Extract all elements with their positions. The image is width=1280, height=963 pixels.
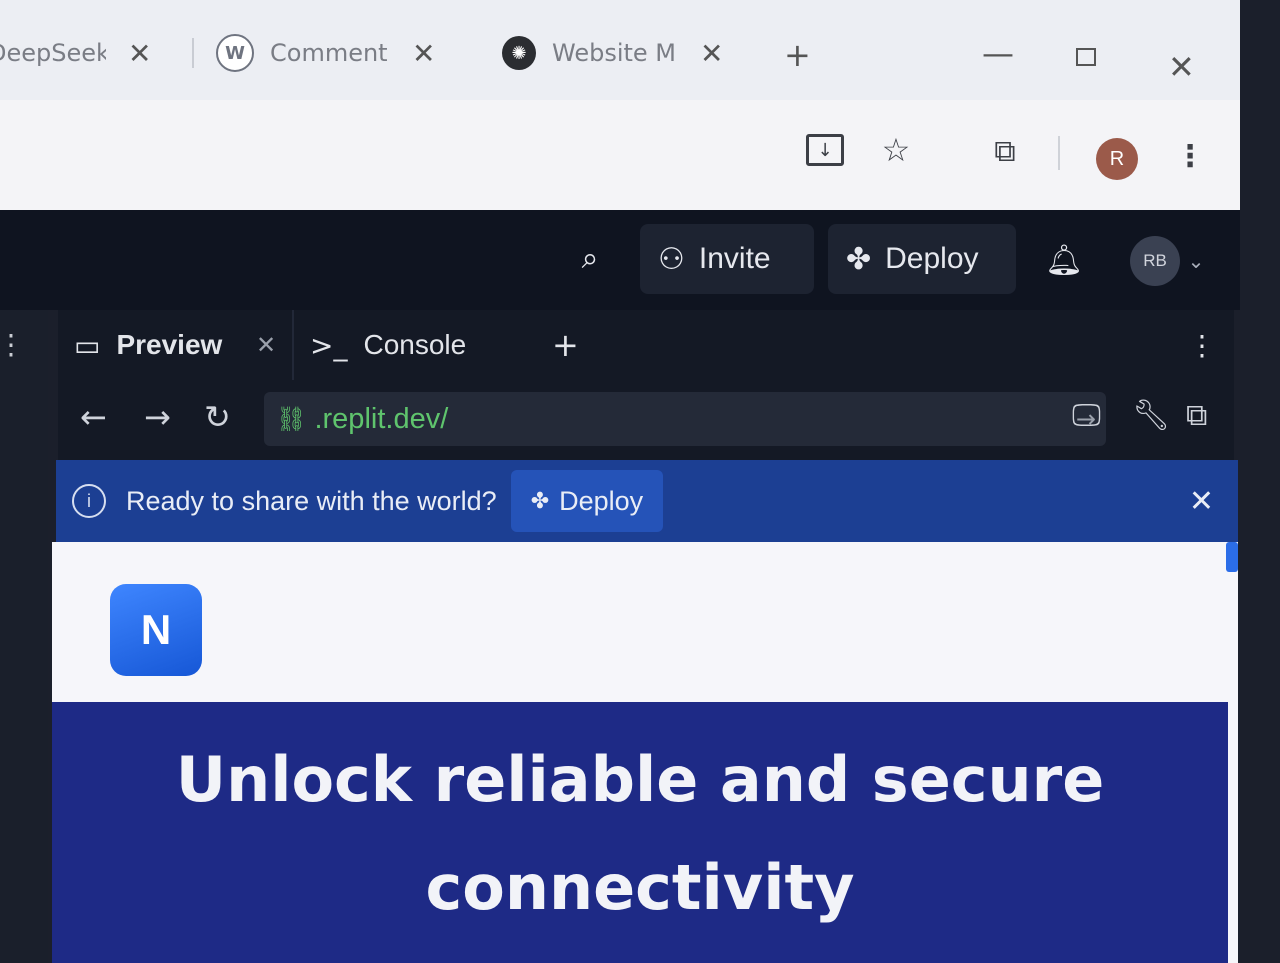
panel-menu-icon[interactable]: ⋮ bbox=[0, 326, 25, 362]
wordpress-icon: W bbox=[216, 34, 254, 72]
tab-console[interactable]: >_ Console bbox=[310, 310, 466, 380]
close-tab-icon[interactable]: ✕ bbox=[128, 37, 151, 70]
preview-address-bar: ← → ↻ ⛓ .replit.dev/ → 🖵︎ 🔧︎ ⧉ bbox=[58, 380, 1234, 460]
deploy-icon: ✤ bbox=[846, 241, 872, 277]
banner-message: Ready to share with the world? bbox=[126, 485, 497, 516]
tab-divider bbox=[192, 38, 194, 68]
browser-tab-deepseek[interactable]: DeepSeek ✕ bbox=[0, 18, 151, 88]
left-panel-edge: ⋮ bbox=[0, 310, 48, 963]
scrollbar-thumb[interactable] bbox=[1226, 542, 1238, 572]
close-tab-icon[interactable]: ✕ bbox=[256, 310, 276, 380]
browser-tab-strip: DeepSeek ✕ W Comment ✕ ✺ Website M ✕ + —… bbox=[0, 0, 1240, 100]
minimize-icon[interactable]: — bbox=[982, 34, 1014, 72]
site-logo[interactable]: N bbox=[110, 584, 202, 676]
reload-icon[interactable]: ↻ bbox=[204, 398, 231, 436]
browser-tab-website[interactable]: ✺ Website M ✕ bbox=[502, 18, 723, 88]
invite-button[interactable]: ⚇ Invite bbox=[640, 224, 814, 294]
hero-section: Unlock reliable and secure connectivity bbox=[52, 702, 1228, 963]
browser-toolbar: ↓ ☆ ⧉ R ⋮ bbox=[0, 100, 1240, 210]
replit-header: ⌕ ⚇ Invite ✤ Deploy 🔔︎ RB ⌄ bbox=[0, 210, 1240, 310]
link-icon: ⛓ bbox=[276, 405, 307, 433]
close-banner-icon[interactable]: ✕ bbox=[1189, 484, 1214, 519]
invite-label: Invite bbox=[698, 242, 771, 275]
back-arrow-icon[interactable]: ← bbox=[80, 398, 107, 436]
tab-label: Console bbox=[363, 329, 467, 360]
tab-label: Website M bbox=[552, 39, 677, 67]
bell-icon[interactable]: 🔔︎ bbox=[1044, 240, 1084, 280]
monitor-icon: ▭ bbox=[74, 328, 101, 362]
tab-label: Comment bbox=[270, 39, 388, 67]
close-tab-icon[interactable]: ✕ bbox=[412, 37, 435, 70]
close-tab-icon[interactable]: ✕ bbox=[700, 37, 723, 70]
chatgpt-icon: ✺ bbox=[502, 36, 536, 70]
browser-tab-comment[interactable]: W Comment ✕ bbox=[216, 18, 435, 88]
profile-avatar[interactable]: R bbox=[1096, 138, 1138, 180]
browser-menu-icon[interactable]: ⋮ bbox=[1175, 136, 1205, 176]
tab-label: Preview bbox=[116, 329, 223, 360]
deploy-button[interactable]: ✤ Deploy bbox=[828, 224, 1016, 294]
preview-page: N Unlock reliable and secure connectivit… bbox=[52, 542, 1238, 963]
info-icon: i bbox=[72, 484, 106, 518]
chevron-down-icon[interactable]: ⌄ bbox=[1186, 248, 1206, 274]
add-user-icon: ⚇ bbox=[658, 241, 685, 277]
url-input[interactable]: ⛓ .replit.dev/ → bbox=[264, 392, 1106, 446]
device-icon[interactable]: 🖵︎ bbox=[1072, 398, 1101, 433]
install-app-icon[interactable]: ↓ bbox=[806, 134, 844, 166]
banner-deploy-label: Deploy bbox=[559, 485, 644, 516]
url-text: .replit.dev/ bbox=[314, 402, 449, 435]
new-tab-icon[interactable]: + bbox=[784, 36, 811, 74]
pane-menu-icon[interactable]: ⋮ bbox=[1188, 310, 1216, 380]
user-avatar[interactable]: RB bbox=[1130, 236, 1180, 286]
restore-icon[interactable] bbox=[1076, 48, 1096, 66]
banner-deploy-button[interactable]: ✤ Deploy bbox=[510, 470, 664, 532]
deploy-label: Deploy bbox=[885, 242, 979, 275]
deploy-banner: i Ready to share with the world? ✤ Deplo… bbox=[56, 460, 1238, 542]
tab-label: DeepSeek bbox=[0, 39, 106, 67]
tab-divider bbox=[292, 310, 294, 380]
open-new-tab-icon[interactable]: ⧉ bbox=[1186, 398, 1207, 433]
forward-arrow-icon[interactable]: → bbox=[144, 398, 171, 436]
add-tab-icon[interactable]: + bbox=[552, 310, 579, 380]
close-window-icon[interactable]: ✕ bbox=[1168, 48, 1195, 86]
devtools-wrench-icon[interactable]: 🔧︎ bbox=[1132, 398, 1170, 433]
hero-headline: Unlock reliable and secure connectivity bbox=[175, 743, 1105, 924]
deploy-icon: ✤ bbox=[530, 488, 550, 514]
extensions-icon[interactable]: ⧉ bbox=[986, 132, 1024, 170]
terminal-icon: >_ bbox=[310, 328, 348, 362]
toolbar-divider bbox=[1058, 136, 1060, 170]
bookmark-star-icon[interactable]: ☆ bbox=[876, 130, 916, 170]
search-icon[interactable]: ⌕ bbox=[570, 238, 610, 278]
pane-tab-bar: ▭ Preview ✕ >_ Console + ⋮ bbox=[58, 310, 1234, 380]
